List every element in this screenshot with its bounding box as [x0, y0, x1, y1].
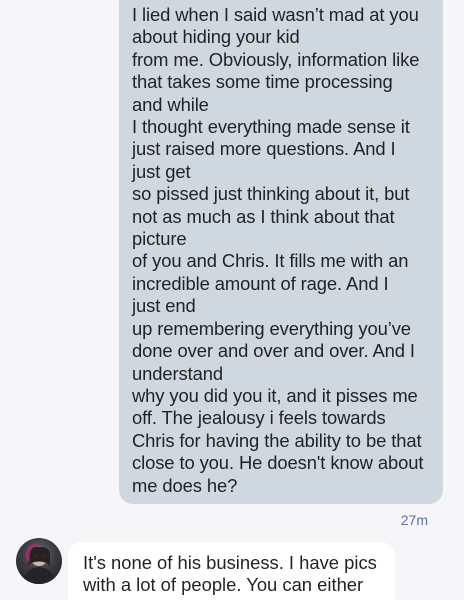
- avatar-photo-icon: [22, 543, 56, 584]
- contact-avatar[interactable]: [16, 538, 62, 584]
- received-message-text: It's none of his business. I have pics w…: [83, 552, 377, 596]
- sent-message-text: I lied when I said wasn’t mad at you abo…: [132, 4, 424, 496]
- message-timestamp: 27m: [400, 512, 428, 528]
- received-message-bubble[interactable]: It's none of his business. I have pics w…: [68, 542, 395, 600]
- chat-thread[interactable]: I lied when I said wasn’t mad at you abo…: [0, 0, 464, 600]
- sent-message-bubble[interactable]: I lied when I said wasn’t mad at you abo…: [119, 0, 443, 504]
